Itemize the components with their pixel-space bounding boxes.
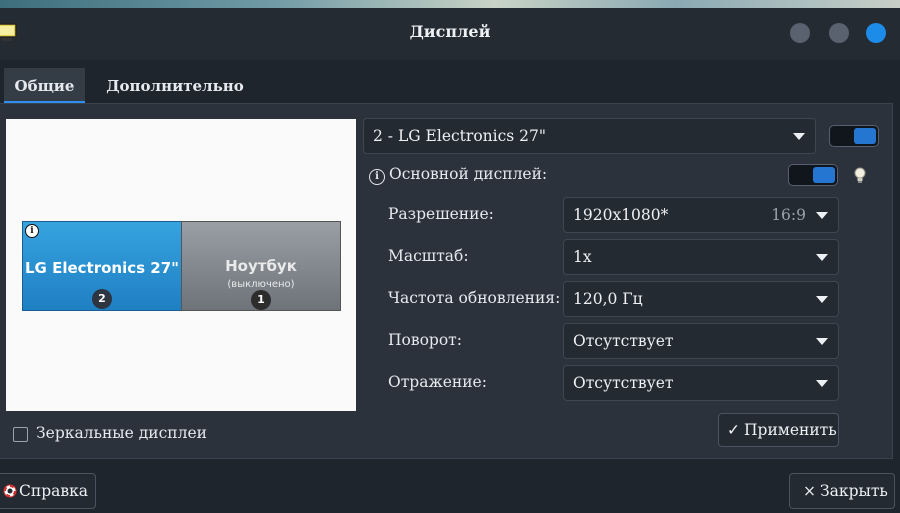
chevron-down-icon — [816, 380, 828, 387]
monitor-tile-laptop[interactable]: Ноутбук (выключено) 1 — [181, 221, 341, 311]
window-title: Дисплей — [409, 22, 491, 41]
reflection-label: Отражение: — [388, 373, 487, 391]
mirror-displays-checkbox[interactable] — [13, 427, 28, 442]
reflection-value: Отсутствует — [573, 374, 674, 392]
toggle-knob — [854, 128, 876, 144]
primary-display-toggle[interactable] — [788, 164, 838, 186]
reflection-select[interactable]: Отсутствует — [563, 365, 839, 401]
chevron-down-icon — [816, 254, 828, 261]
info-icon[interactable]: i — [369, 169, 385, 185]
resolution-value: 1920x1080* — [573, 206, 669, 224]
minimize-button[interactable] — [790, 23, 810, 43]
check-icon: ✓ — [727, 421, 740, 439]
primary-display-label: Основной дисплей: — [389, 165, 548, 183]
display-select[interactable]: 2 - LG Electronics 27" — [363, 118, 816, 154]
refresh-rate-select[interactable]: 120,0 Гц — [563, 281, 839, 317]
chevron-down-icon — [793, 133, 805, 140]
monitor-name: Ноутбук — [225, 257, 297, 275]
monitor-status: (выключено) — [227, 279, 295, 290]
tab-general[interactable]: Общие — [4, 68, 85, 104]
mirror-displays-label: Зеркальные дисплеи — [36, 424, 207, 442]
scale-select[interactable]: 1x — [563, 239, 839, 275]
help-button[interactable]: Справка — [0, 473, 96, 509]
help-label: Справка — [19, 482, 89, 500]
resolution-select[interactable]: 1920x1080* 16:9 — [563, 197, 839, 233]
resolution-label: Разрешение: — [388, 205, 494, 223]
chevron-down-icon — [816, 212, 828, 219]
refresh-rate-value: 120,0 Гц — [573, 290, 643, 308]
info-icon: i — [25, 224, 39, 238]
chevron-down-icon — [816, 338, 828, 345]
scale-value: 1x — [573, 248, 592, 266]
apply-button[interactable]: ✓ Применить — [718, 413, 839, 447]
close-window-button[interactable] — [866, 23, 886, 43]
desktop-background — [0, 0, 900, 8]
tab-advanced[interactable]: Дополнительно — [95, 68, 255, 104]
close-icon: × — [803, 482, 816, 500]
close-label: Закрыть — [820, 482, 888, 500]
tab-bar: Общие Дополнительно — [0, 68, 900, 104]
monitor-number-badge: 1 — [251, 290, 271, 310]
rotation-select[interactable]: Отсутствует — [563, 323, 839, 359]
close-button[interactable]: × Закрыть — [789, 473, 895, 509]
rotation-label: Поворот: — [388, 331, 462, 349]
display-enabled-toggle[interactable] — [829, 125, 879, 147]
scale-label: Масштаб: — [388, 247, 469, 265]
toggle-knob — [813, 167, 835, 183]
rotation-value: Отсутствует — [573, 332, 674, 350]
window-titlebar[interactable]: Дисплей — [0, 8, 900, 60]
aspect-ratio: 16:9 — [771, 206, 806, 224]
maximize-button[interactable] — [829, 23, 849, 43]
lifebuoy-icon — [3, 484, 17, 498]
monitor-name: LG Electronics 27" — [25, 259, 179, 277]
bulb-icon[interactable] — [853, 166, 867, 186]
chevron-down-icon — [816, 296, 828, 303]
apply-label: Применить — [744, 421, 837, 439]
monitor-tile-lg[interactable]: i LG Electronics 27" 2 — [22, 221, 182, 311]
monitor-number-badge: 2 — [92, 289, 112, 309]
display-select-value: 2 - LG Electronics 27" — [373, 127, 547, 145]
refresh-rate-label: Частота обновления: — [388, 289, 561, 307]
